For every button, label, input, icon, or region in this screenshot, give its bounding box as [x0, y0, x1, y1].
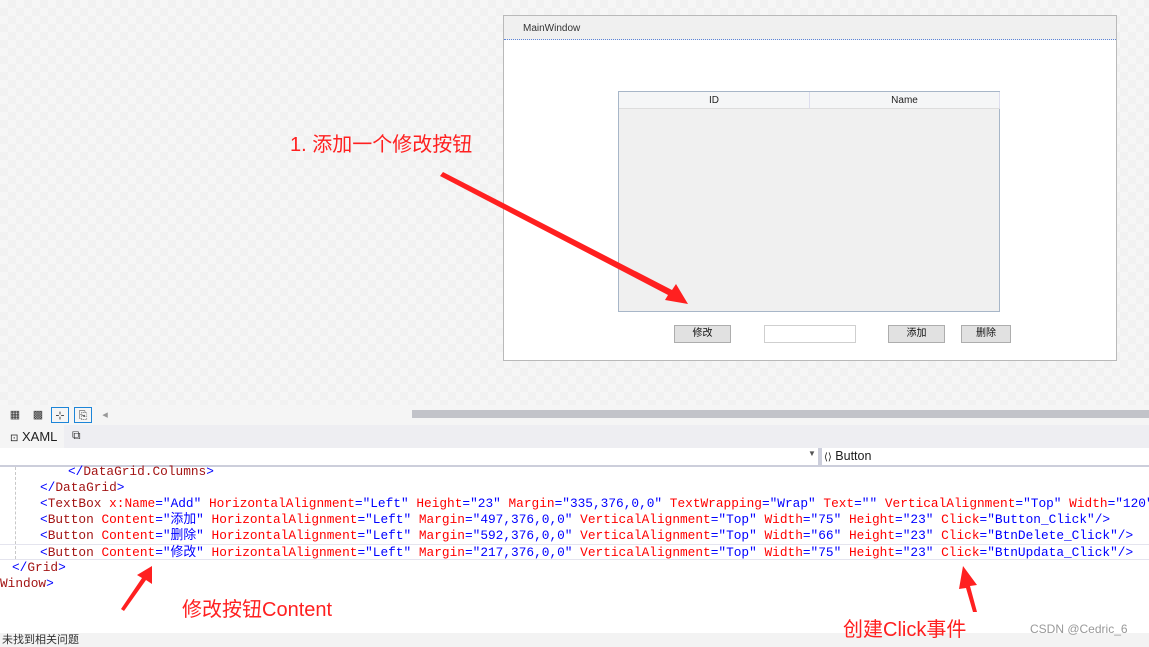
annotation-content: 修改按钮Content — [182, 599, 333, 621]
annotation-click: 创建Click事件 — [843, 619, 967, 641]
arrow-3 — [959, 566, 977, 612]
arrow-1 — [440, 172, 688, 304]
annotation-arrows — [121, 172, 977, 612]
arrow-2 — [121, 566, 152, 611]
watermark: CSDN @Cedric_6 — [1030, 622, 1128, 636]
annotation-step1: 1. 添加一个修改按钮 — [290, 134, 473, 156]
